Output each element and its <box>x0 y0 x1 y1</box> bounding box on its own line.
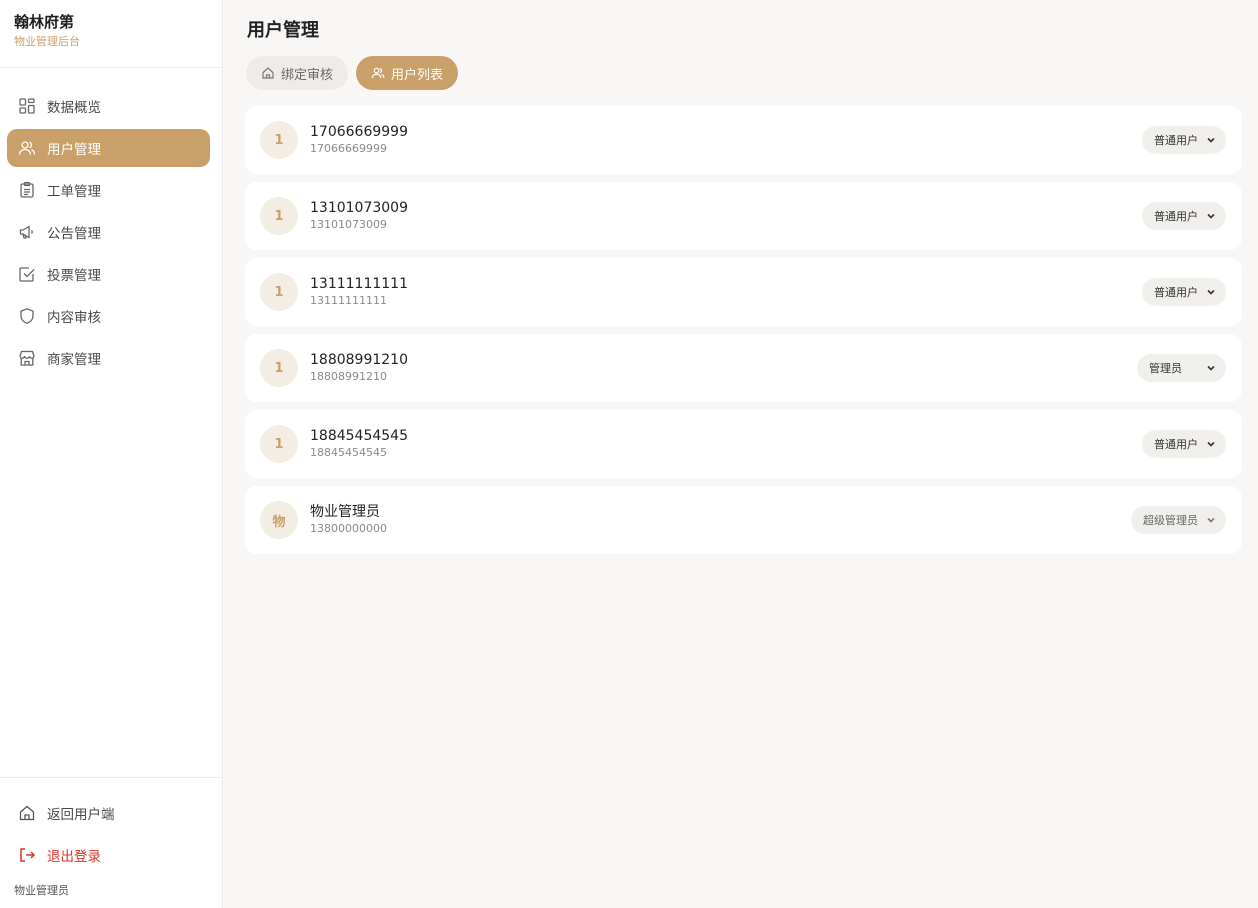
role-select[interactable]: 普通用户 <box>1142 430 1226 458</box>
user-list: 1 17066669999 17066669999 普通用户 1 1310107… <box>245 106 1242 562</box>
user-phone: 17066669999 <box>310 142 387 155</box>
user-phone: 18808991210 <box>310 370 387 383</box>
role-value: 普通用户 <box>1154 134 1198 147</box>
sidebar-item-label: 投票管理 <box>47 268 101 284</box>
sidebar-item-merchants[interactable]: 商家管理 <box>7 339 210 377</box>
sidebar-footer: 返回用户端 退出登录 物业管理员 <box>0 777 222 898</box>
user-name: 物业管理员 <box>310 504 380 520</box>
home-icon <box>262 67 274 79</box>
list-item: 1 17066669999 17066669999 普通用户 <box>245 106 1242 174</box>
megaphone-icon <box>18 223 36 241</box>
user-phone: 13101073009 <box>310 218 387 231</box>
brand-title: 翰林府第 <box>14 13 75 31</box>
home-icon <box>18 804 36 822</box>
user-phone: 13800000000 <box>310 522 387 535</box>
main-content: 用户管理 绑定审核 用户列表 1 17066669999 17066669999… <box>223 0 1258 908</box>
role-value: 超级管理员 <box>1143 514 1198 527</box>
clipboard-icon <box>18 181 36 199</box>
avatar: 1 <box>260 121 298 159</box>
sidebar-item-votes[interactable]: 投票管理 <box>7 255 210 293</box>
avatar: 1 <box>260 197 298 235</box>
sidebar-item-tickets[interactable]: 工单管理 <box>7 171 210 209</box>
store-icon <box>18 349 36 367</box>
back-to-user-label: 返回用户端 <box>47 807 115 823</box>
avatar: 物 <box>260 501 298 539</box>
chevron-down-icon <box>1207 441 1215 447</box>
user-phone: 18845454545 <box>310 446 387 459</box>
list-item: 物 物业管理员 13800000000 超级管理员 <box>245 486 1242 554</box>
sidebar-item-users[interactable]: 用户管理 <box>7 129 210 167</box>
sidebar: 翰林府第 物业管理后台 数据概览 用户管理 工单管理 公告管理 投票管理 内容审… <box>0 0 223 908</box>
user-name: 13101073009 <box>310 200 408 216</box>
sidebar-item-label: 商家管理 <box>47 352 101 368</box>
tab-bar: 绑定审核 用户列表 <box>246 56 459 90</box>
chevron-down-icon <box>1207 289 1215 295</box>
brand-subtitle: 物业管理后台 <box>14 35 80 48</box>
tab-label: 用户列表 <box>391 67 444 83</box>
chevron-down-icon <box>1207 517 1215 523</box>
list-item: 1 13101073009 13101073009 普通用户 <box>245 182 1242 250</box>
tab-binding-review[interactable]: 绑定审核 <box>246 56 349 90</box>
tab-label: 绑定审核 <box>281 67 334 83</box>
list-item: 1 13111111111 13111111111 普通用户 <box>245 258 1242 326</box>
shield-icon <box>18 307 36 325</box>
list-item: 1 18845454545 18845454545 普通用户 <box>245 410 1242 478</box>
logout-icon <box>18 846 36 864</box>
avatar: 1 <box>260 273 298 311</box>
user-name: 18845454545 <box>310 428 408 444</box>
sidebar-item-label: 数据概览 <box>47 100 101 116</box>
user-name: 17066669999 <box>310 124 408 140</box>
chevron-down-icon <box>1207 137 1215 143</box>
sidebar-item-label: 用户管理 <box>47 142 101 158</box>
role-value: 普通用户 <box>1154 210 1198 223</box>
role-value: 普通用户 <box>1154 438 1198 451</box>
role-select[interactable]: 普通用户 <box>1142 278 1226 306</box>
user-phone: 13111111111 <box>310 294 387 307</box>
tab-user-list[interactable]: 用户列表 <box>356 56 459 90</box>
role-value: 管理员 <box>1149 362 1182 375</box>
users-icon <box>371 67 385 79</box>
grid-icon <box>18 97 36 115</box>
sidebar-item-label: 工单管理 <box>47 184 101 200</box>
role-select[interactable]: 普通用户 <box>1142 126 1226 154</box>
logout-label: 退出登录 <box>47 849 101 865</box>
checkbox-icon <box>18 265 36 283</box>
sidebar-item-announcements[interactable]: 公告管理 <box>7 213 210 251</box>
users-icon <box>18 139 36 157</box>
role-select[interactable]: 普通用户 <box>1142 202 1226 230</box>
chevron-down-icon <box>1207 213 1215 219</box>
chevron-down-icon <box>1207 365 1215 371</box>
role-value: 普通用户 <box>1154 286 1198 299</box>
user-name: 13111111111 <box>310 276 408 292</box>
sidebar-item-moderation[interactable]: 内容审核 <box>7 297 210 335</box>
list-item: 1 18808991210 18808991210 管理员 <box>245 334 1242 402</box>
page-title: 用户管理 <box>247 20 319 41</box>
role-select[interactable]: 管理员 <box>1137 354 1226 382</box>
avatar: 1 <box>260 349 298 387</box>
sidebar-item-label: 内容审核 <box>47 310 101 326</box>
back-to-user-button[interactable]: 返回用户端 <box>7 794 210 832</box>
avatar: 1 <box>260 425 298 463</box>
brand-header: 翰林府第 物业管理后台 <box>0 0 222 68</box>
sidebar-item-dashboard[interactable]: 数据概览 <box>7 87 210 125</box>
user-name: 18808991210 <box>310 352 408 368</box>
logout-button[interactable]: 退出登录 <box>7 836 210 874</box>
role-select[interactable]: 超级管理员 <box>1131 506 1226 534</box>
sidebar-nav: 数据概览 用户管理 工单管理 公告管理 投票管理 内容审核 商家管理 <box>0 68 222 377</box>
sidebar-item-label: 公告管理 <box>47 226 101 242</box>
current-user-label: 物业管理员 <box>14 884 69 897</box>
